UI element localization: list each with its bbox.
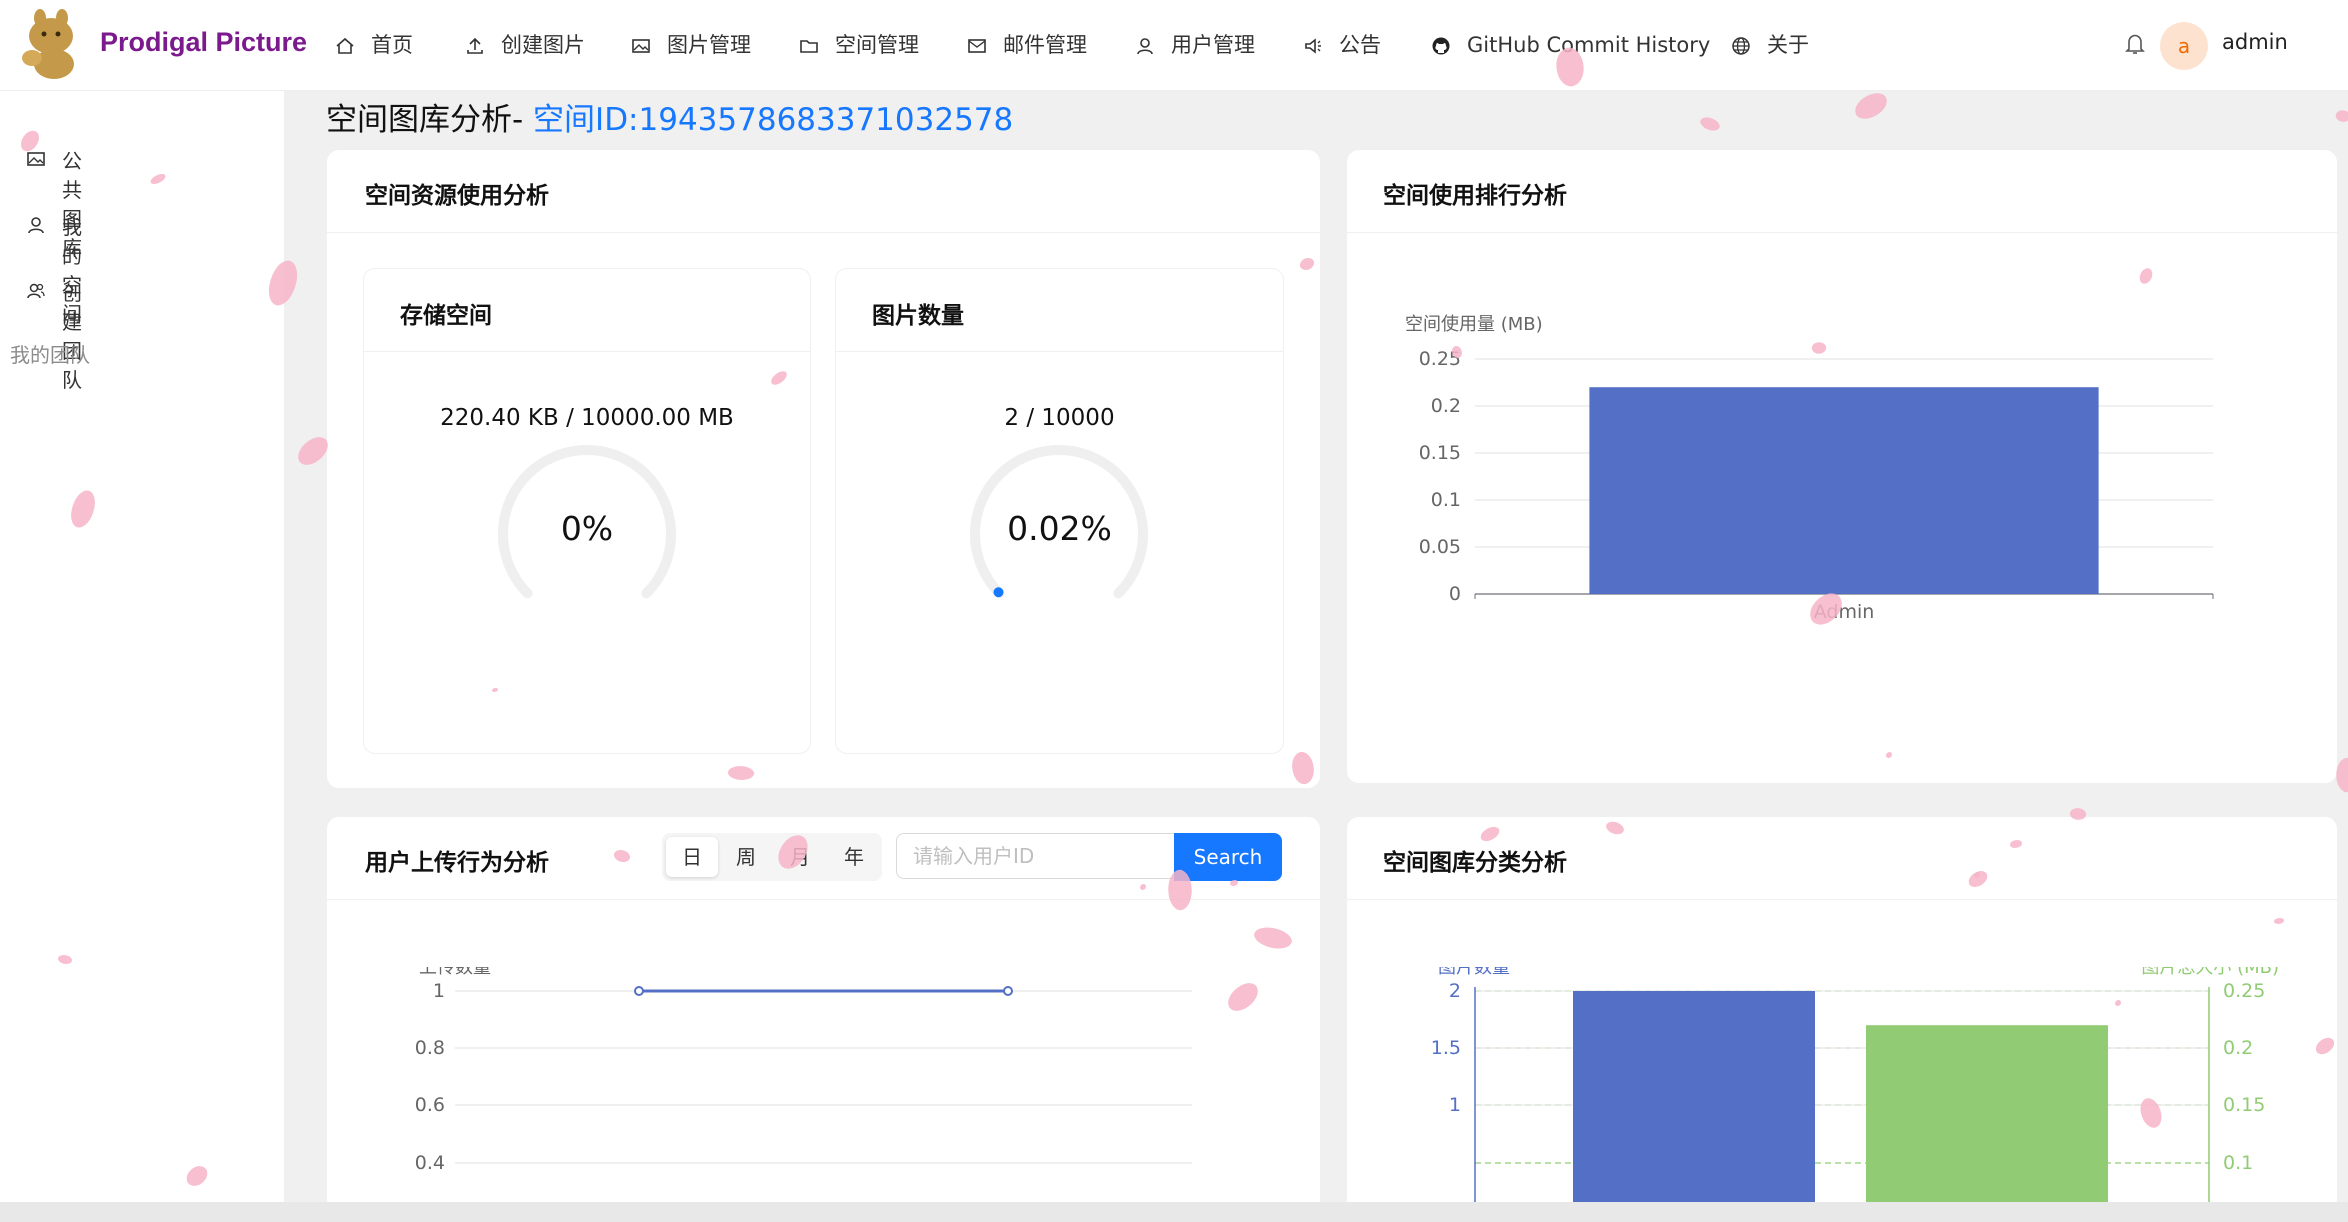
y-tick-label: 0.8 <box>415 1037 445 1059</box>
logo-icon[interactable] <box>16 6 82 80</box>
petal-decoration <box>2333 107 2348 125</box>
space-rank-card: 空间使用排行分析 空间使用量 (MB) 0 0.05 0.1 0.15 0.2 0.25 Ad… <box>1347 150 2337 783</box>
count-percent: 0.02% <box>1007 509 1112 548</box>
gauge-progress <box>993 587 1004 598</box>
bell-icon[interactable] <box>2124 32 2146 56</box>
card-title: 空间使用排行分析 <box>1383 183 1567 209</box>
bar-admin <box>1589 387 2099 594</box>
left-tick-label: 1.5 <box>1431 1037 1461 1059</box>
data-point <box>634 986 644 996</box>
card-title: 图片数量 <box>872 303 964 329</box>
card-header: 图片数量 <box>836 269 1283 352</box>
horizontal-scrollbar[interactable] <box>0 1202 2348 1222</box>
home-icon <box>336 37 354 54</box>
y-tick-label: 0.6 <box>415 1094 445 1116</box>
bar-image-count <box>1573 991 1815 1222</box>
storage-card: 存储空间 220.40 KB / 10000.00 MB 0% <box>363 268 811 754</box>
right-tick-label: 0.1 <box>2223 1152 2253 1174</box>
segment-week[interactable]: 周 <box>720 837 772 877</box>
y-tick-label: 0.2 <box>1431 395 1461 417</box>
search-button[interactable]: Search <box>1174 833 1282 881</box>
left-axis-label: 图片数量 <box>1438 967 1510 978</box>
right-tick-label: 0.15 <box>2223 1094 2265 1116</box>
card-header: 空间使用排行分析 <box>1347 150 2337 233</box>
picture-icon <box>27 152 45 166</box>
team-icon <box>27 283 45 299</box>
username[interactable]: admin <box>2222 30 2288 54</box>
petal-decoration <box>1698 113 1722 135</box>
sound-icon <box>1305 38 1321 54</box>
top-navbar: Prodigal Picture 首页 创建图片 图片管理 空间管理 邮件管理 … <box>0 0 2348 91</box>
card-title: 用户上传行为分析 <box>365 850 549 876</box>
nav-label: 图片管理 <box>667 33 751 57</box>
y-axis-label: 上传数量 <box>419 967 491 978</box>
upload-icon <box>467 37 483 54</box>
card-title: 空间资源使用分析 <box>365 183 549 209</box>
nav-label: 空间管理 <box>835 33 919 57</box>
nav-label: 首页 <box>371 33 413 57</box>
category-analysis-card: 空间图库分类分析 图片数量 图片总大小 (MB) 0.25 0.2 0.15 0.1 2 1.… <box>1347 817 2337 1222</box>
space-id: 空间ID:1943578683371032578 <box>533 102 1014 138</box>
count-usage-text: 2 / 10000 <box>1004 405 1115 431</box>
sidebar-group-my-teams: 我的团队 <box>10 343 90 367</box>
nav-label: 用户管理 <box>1171 33 1255 57</box>
user-icon <box>28 217 44 234</box>
y-tick-label: 0.1 <box>1431 489 1461 511</box>
y-tick-label: 0.4 <box>415 1152 445 1174</box>
y-tick-label: 1 <box>433 980 445 1002</box>
right-tick-label: 0.25 <box>2223 980 2265 1002</box>
right-axis-label: 图片总大小 (MB) <box>2141 967 2279 978</box>
segment-month[interactable]: 月 <box>774 837 826 877</box>
github-icon <box>1432 37 1450 55</box>
y-tick-label: 0.15 <box>1419 442 1461 464</box>
user-icon <box>1137 38 1153 55</box>
left-tick-label: 2 <box>1449 980 1461 1002</box>
bar-image-size <box>1866 1025 2108 1222</box>
y-axis-label: 空间使用量 (MB) <box>1405 314 1543 335</box>
mail-icon <box>968 39 986 53</box>
nav-label: GitHub Commit History <box>1467 33 1711 57</box>
storage-percent: 0% <box>560 509 614 548</box>
nav-label: 公告 <box>1339 33 1381 57</box>
sidebar: 公共图库 我的空间 创建团队 我的团队 <box>0 91 284 1222</box>
segment-day[interactable]: 日 <box>666 837 718 877</box>
card-title: 存储空间 <box>400 303 492 329</box>
nav-label: 关于 <box>1767 33 1809 57</box>
avatar[interactable]: a <box>2160 22 2208 70</box>
right-tick-label: 0.2 <box>2223 1037 2253 1059</box>
page-title-prefix: 空间图库分析- <box>326 102 534 138</box>
resource-usage-card: 空间资源使用分析 存储空间 220.40 KB / 10000.00 MB 0%… <box>327 150 1320 788</box>
data-point <box>1003 986 1013 996</box>
brand-name[interactable]: Prodigal Picture <box>100 27 307 58</box>
left-tick-label: 1 <box>1449 1094 1461 1116</box>
nav-label: 创建图片 <box>501 33 585 57</box>
card-title: 空间图库分类分析 <box>1383 850 1567 876</box>
y-tick-label: 0 <box>1449 583 1461 605</box>
y-tick-label: 0.05 <box>1419 536 1461 558</box>
card-header: 空间图库分类分析 <box>1347 817 2337 900</box>
storage-usage-text: 220.40 KB / 10000.00 MB <box>440 405 734 431</box>
folder-icon <box>800 40 818 53</box>
card-header: 空间资源使用分析 <box>327 150 1320 233</box>
time-range-segmented: 日 周 月 年 <box>662 833 882 881</box>
user-id-search-input[interactable] <box>896 833 1174 879</box>
count-card: 图片数量 2 / 10000 0.02% <box>835 268 1284 754</box>
category-bar-chart: 图片数量 图片总大小 (MB) 0.25 0.2 0.15 0.1 2 1.5 1 <box>1431 967 2279 1222</box>
page-title: 空间图库分析- 空间ID:1943578683371032578 <box>326 94 1013 139</box>
x-tick-label: Admin <box>1814 601 1875 623</box>
globe-icon <box>1732 37 1750 55</box>
card-header: 存储空间 <box>364 269 810 352</box>
space-rank-chart: 空间使用量 (MB) 0 0.05 0.1 0.15 0.2 0.25 Admin <box>1405 314 2214 623</box>
petal-decoration <box>1851 89 1891 123</box>
picture-icon <box>632 39 650 53</box>
y-tick-label: 0.25 <box>1419 348 1461 370</box>
upload-line-chart: 上传数量 1 0.8 0.6 0.4 <box>415 967 1192 1174</box>
segment-year[interactable]: 年 <box>828 837 880 877</box>
nav-label: 邮件管理 <box>1003 33 1087 57</box>
sidebar-item-label: 创建团队 <box>62 281 82 392</box>
